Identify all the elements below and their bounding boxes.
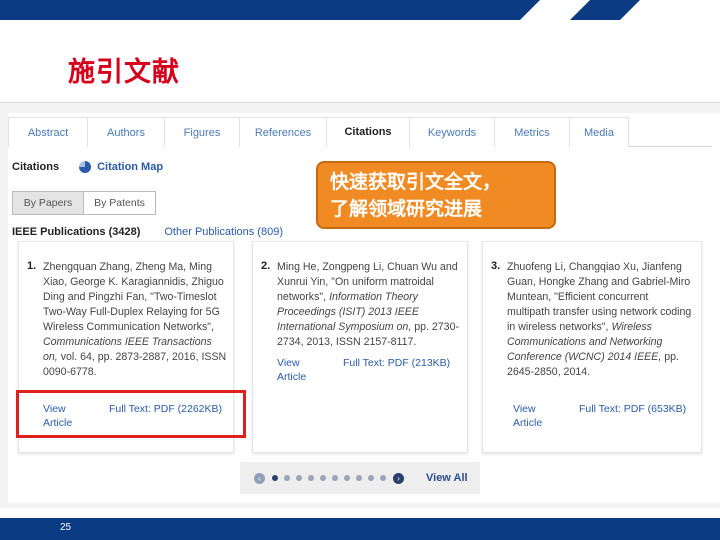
citation-reference: Ming He, Zongpeng Li, Chuan Wu and Xunru… (277, 260, 463, 350)
citation-type-toggle: By Papers By Patents (12, 191, 156, 215)
citation-card-2: 2. Ming He, Zongpeng Li, Chuan Wu and Xu… (252, 241, 468, 453)
full-text-pdf-link[interactable]: Full Text: PDF (653KB) (579, 402, 686, 416)
page-dot[interactable] (320, 475, 326, 481)
view-label: View (277, 357, 300, 369)
citation-card-3: 3. Zhuofeng Li, Changqiao Xu, Jianfeng G… (482, 241, 702, 453)
citations-header: Citations Citation Map (12, 161, 163, 173)
citation-number: 2. (261, 260, 271, 272)
tab-abstract[interactable]: Abstract (8, 117, 88, 147)
tab-citations[interactable]: Citations (326, 117, 410, 148)
page-dot[interactable] (368, 475, 374, 481)
pagination: ‹ › View All (240, 462, 480, 494)
view-all-link[interactable]: View All (426, 472, 468, 484)
slide-page-number: 25 (60, 522, 72, 533)
callout-line-1: 快速获取引文全文， (330, 171, 502, 193)
page-dot[interactable] (284, 475, 290, 481)
bottom-banner (0, 518, 720, 540)
page-dot[interactable] (332, 475, 338, 481)
page-dot[interactable] (344, 475, 350, 481)
full-text-pdf-link[interactable]: Full Text: PDF (213KB) (343, 356, 450, 370)
citation-authors-title: Zhuofeng Li, Changqiao Xu, Jianfeng Guan… (507, 261, 692, 333)
previous-page-icon[interactable]: ‹ (254, 472, 265, 484)
top-banner (0, 0, 720, 20)
article-tabs: Abstract Authors Figures References Cita… (8, 117, 712, 148)
article-label: Article (513, 417, 543, 429)
page-dot[interactable] (380, 475, 386, 481)
citation-reference: Zhuofeng Li, Changqiao Xu, Jianfeng Guan… (507, 260, 693, 380)
page-dot[interactable] (296, 475, 302, 481)
pie-chart-icon (79, 161, 92, 173)
view-article-link[interactable]: View Article (277, 356, 306, 384)
by-papers-button[interactable]: By Papers (12, 191, 84, 215)
ieee-publications-tab[interactable]: IEEE Publications (3428) (12, 226, 140, 238)
callout-line-2: 了解领域研究进展 (330, 198, 483, 220)
citations-label: Citations (12, 161, 60, 173)
citation-number: 3. (491, 260, 501, 272)
citation-authors-title: Zhengquan Zhang, Zheng Ma, Ming Xiao, Ge… (43, 261, 224, 333)
citation-map-link[interactable]: Citation Map (79, 161, 163, 173)
page-dot[interactable] (272, 475, 278, 481)
article-label: Article (277, 371, 307, 383)
by-patents-button[interactable]: By Patents (84, 191, 156, 215)
citation-details: vol. 64, pp. 2873-2887, 2016, ISSN 0090-… (43, 351, 227, 378)
tab-figures[interactable]: Figures (164, 117, 240, 147)
citation-map-label: Citation Map (97, 161, 164, 173)
full-text-highlight-box (16, 390, 246, 438)
slide-title: 施引文献 (68, 57, 180, 88)
next-page-icon[interactable]: › (393, 472, 404, 484)
view-article-link[interactable]: View Article (513, 402, 542, 430)
tab-references[interactable]: References (239, 117, 327, 147)
tab-keywords[interactable]: Keywords (409, 117, 495, 147)
publication-filter: IEEE Publications (3428) Other Publicati… (12, 226, 283, 238)
citation-reference: Zhengquan Zhang, Zheng Ma, Ming Xiao, Ge… (43, 260, 229, 380)
other-publications-tab[interactable]: Other Publications (809) (164, 226, 283, 238)
citation-number: 1. (27, 260, 37, 272)
page-dots (269, 475, 389, 481)
page-dot[interactable] (356, 475, 362, 481)
tab-metrics[interactable]: Metrics (494, 117, 570, 147)
tab-authors[interactable]: Authors (87, 117, 165, 147)
annotation-callout: 快速获取引文全文， 了解领域研究进展 (316, 161, 556, 229)
tab-media[interactable]: Media (569, 117, 629, 147)
view-label: View (513, 403, 536, 415)
page-dot[interactable] (308, 475, 314, 481)
